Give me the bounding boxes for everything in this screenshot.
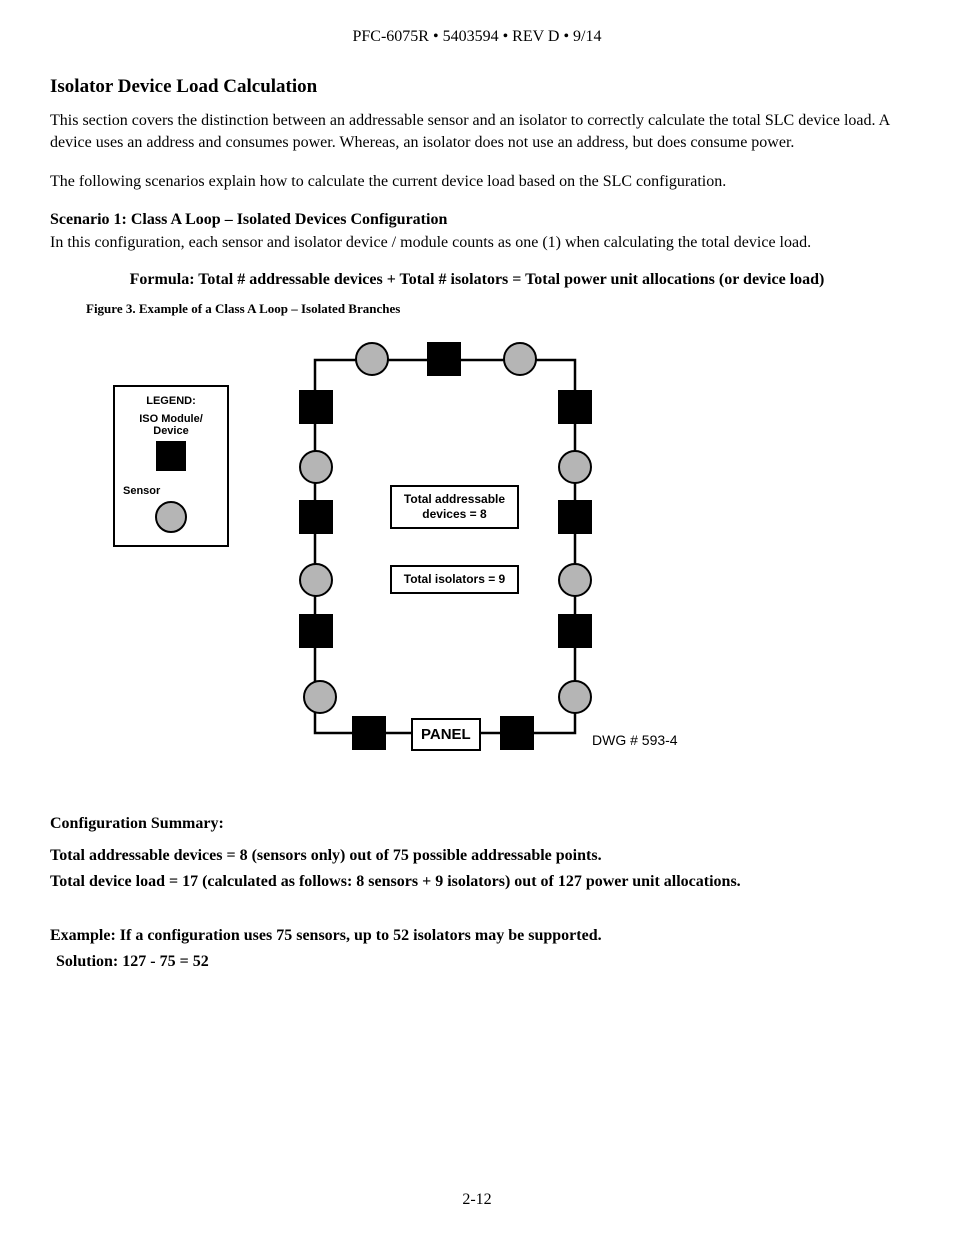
solution-line: Solution: 127 - 75 = 52 (56, 953, 904, 971)
scenario-1-title: Scenario 1: Class A Loop – Isolated Devi… (50, 211, 904, 229)
figure-area: LEGEND: ISO Module/ Device Sensor PANEL (50, 325, 904, 775)
figure-caption: Figure 3. Example of a Class A Loop – Is… (86, 301, 904, 317)
page: PFC-6075R • 5403594 • REV D • 9/14 Isola… (0, 0, 954, 1235)
legend-box: LEGEND: ISO Module/ Device Sensor (113, 385, 229, 547)
legend-title: LEGEND: (121, 395, 221, 407)
formula: Formula: Total # addressable devices + T… (50, 271, 904, 289)
panel-box: PANEL (411, 718, 481, 751)
iso-module-icon (299, 390, 333, 424)
section-title: Isolator Device Load Calculation (50, 76, 904, 98)
iso-module-icon (558, 614, 592, 648)
summary-line-2: Total device load = 17 (calculated as fo… (50, 873, 904, 891)
iso-module-icon (299, 500, 333, 534)
black-square-icon (156, 441, 186, 471)
grey-circle-icon (155, 501, 187, 533)
isolator-count-box: Total isolators = 9 (390, 565, 519, 594)
paragraph-1: This section covers the distinction betw… (50, 110, 904, 153)
addressable-count-box: Total addressable devices = 8 (390, 485, 519, 529)
summary-line-1: Total addressable devices = 8 (sensors o… (50, 847, 904, 865)
iso-module-icon (352, 716, 386, 750)
iso-module-icon (500, 716, 534, 750)
loop-diagram: PANEL Total addressable devices = 8 T (255, 320, 635, 770)
paragraph-2: The following scenarios explain how to c… (50, 171, 904, 193)
legend-iso-label: ISO Module/ Device (121, 413, 221, 437)
iso-module-icon (558, 500, 592, 534)
config-summary-title: Configuration Summary: (50, 815, 904, 833)
legend-sensor-label: Sensor (123, 485, 221, 497)
iso-module-icon (299, 614, 333, 648)
drawing-number: DWG # 593-4 (592, 732, 678, 748)
page-number: 2-12 (0, 1191, 954, 1209)
iso-module-icon (558, 390, 592, 424)
document-header: PFC-6075R • 5403594 • REV D • 9/14 (50, 28, 904, 46)
scenario-1-text: In this configuration, each sensor and i… (50, 232, 904, 254)
example-line: Example: If a configuration uses 75 sens… (50, 927, 904, 945)
iso-module-icon (427, 342, 461, 376)
